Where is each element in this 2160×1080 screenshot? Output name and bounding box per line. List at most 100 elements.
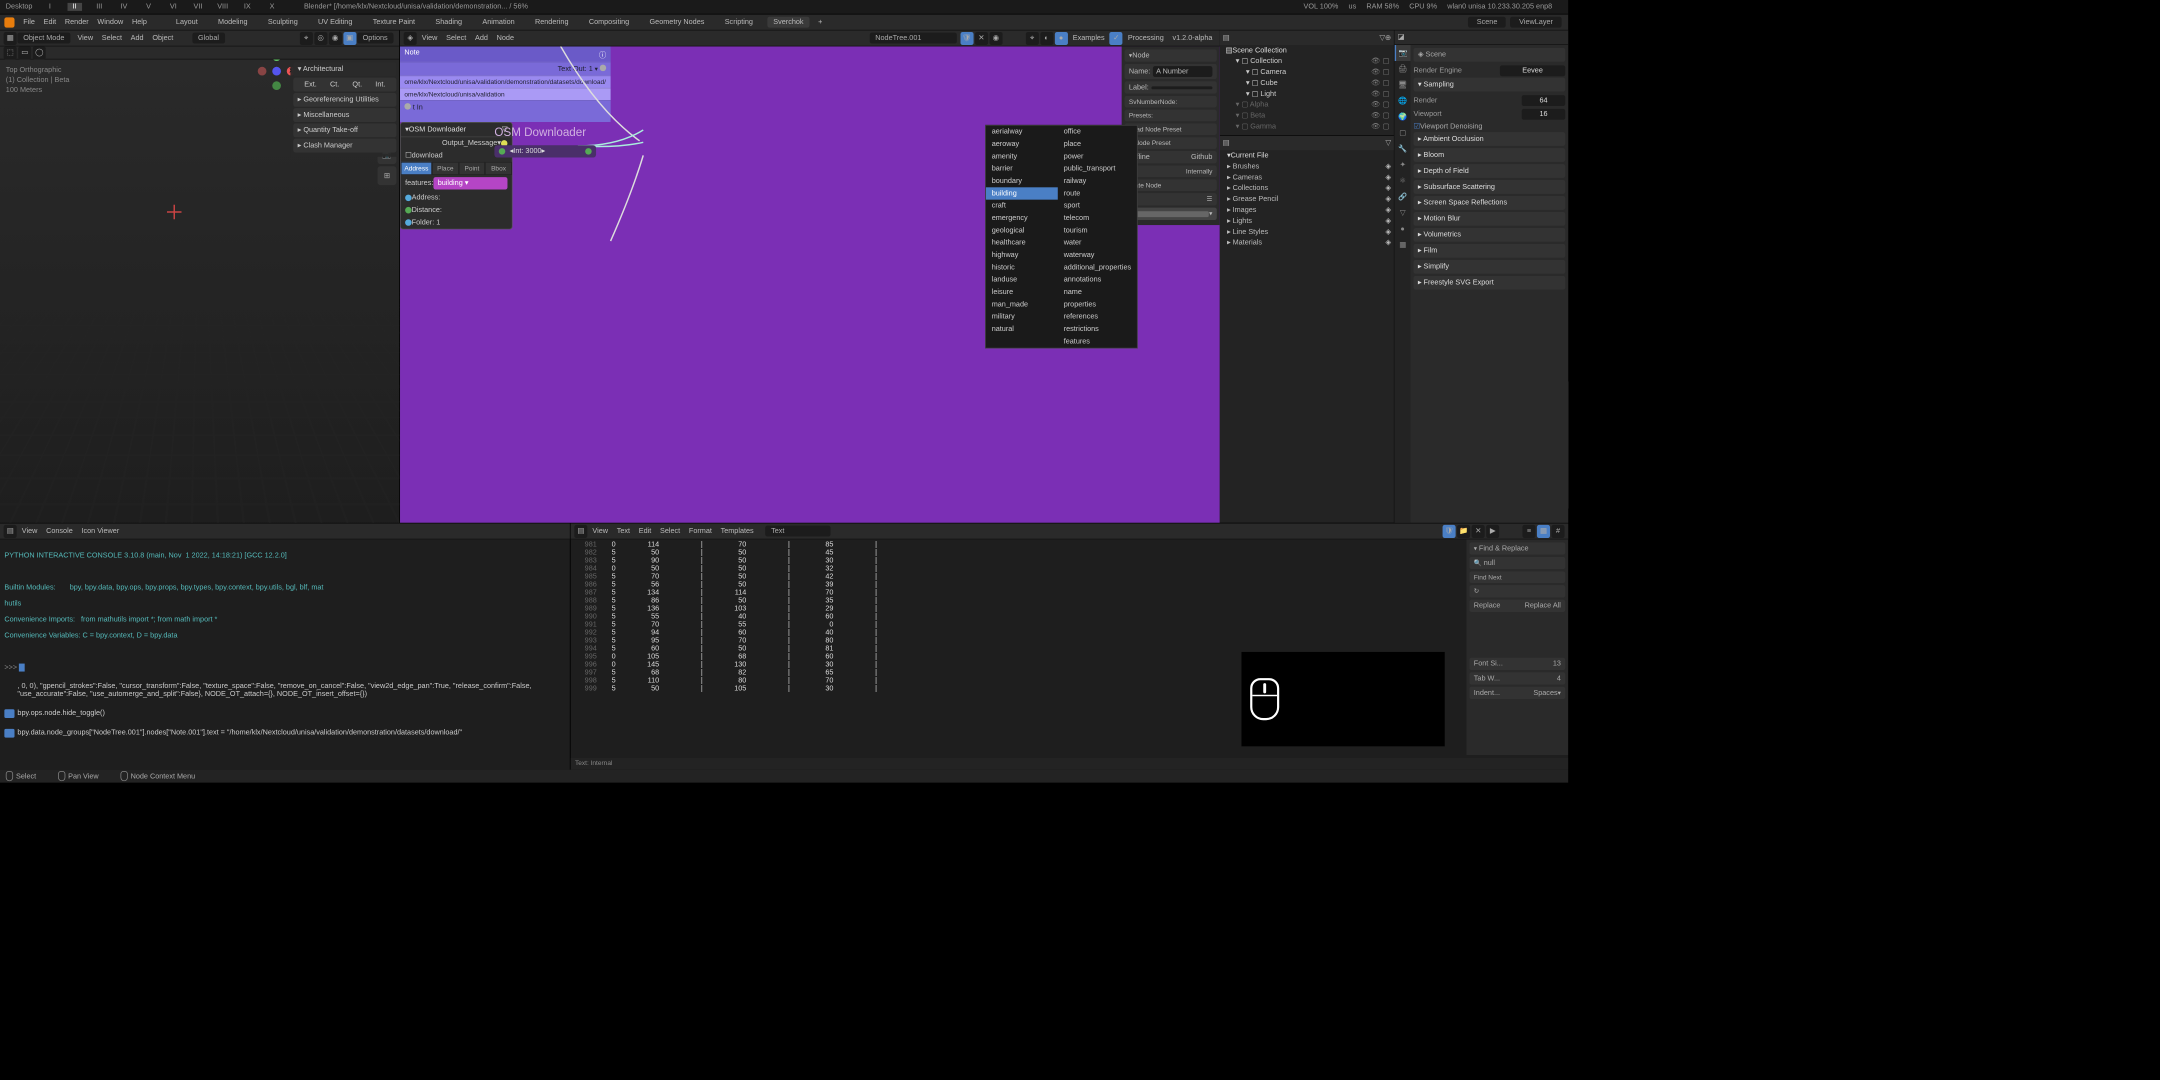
- txt-format[interactable]: Format: [689, 527, 712, 535]
- feat-item-amenity[interactable]: amenity: [986, 150, 1058, 162]
- feat-item-highway[interactable]: highway: [986, 249, 1058, 261]
- npanel-clash[interactable]: ▸ Clash Manager: [293, 139, 396, 153]
- outliner-cube[interactable]: ▾ ▢ Cube👁▢: [1220, 78, 1394, 89]
- ws-8[interactable]: VIII: [215, 3, 230, 11]
- orientation[interactable]: Global: [192, 33, 225, 44]
- feat-item-properties[interactable]: properties: [1058, 298, 1137, 310]
- ts-font[interactable]: Font Si...13: [1469, 658, 1565, 670]
- tab-comp[interactable]: Compositing: [583, 17, 635, 28]
- txt-run-icon[interactable]: ▶: [1486, 525, 1499, 538]
- ws-6[interactable]: VI: [166, 3, 181, 11]
- text-type-icon[interactable]: ▤: [574, 525, 587, 538]
- nn-label[interactable]: Label:: [1125, 81, 1217, 93]
- tab-point[interactable]: Point: [459, 162, 486, 175]
- prop-tab-mat-icon[interactable]: ●: [1395, 221, 1411, 237]
- feat-item-additional_properties[interactable]: additional_properties: [1058, 261, 1137, 273]
- feat-item-military[interactable]: military: [986, 311, 1058, 323]
- prop-tab-data-icon[interactable]: ▽: [1395, 205, 1411, 221]
- feat-item-barrier[interactable]: barrier: [986, 163, 1058, 175]
- nodetree-selector[interactable]: NodeTree.001: [869, 33, 956, 44]
- console-type-icon[interactable]: ▤: [4, 525, 17, 538]
- outliner-type-icon[interactable]: ▤: [1223, 34, 1230, 42]
- fb-images[interactable]: ▸ Images◈: [1220, 205, 1394, 216]
- ne-pin-icon[interactable]: 🛡: [960, 32, 973, 45]
- snap-icon[interactable]: ⌖: [299, 32, 312, 45]
- menu-window[interactable]: Window: [97, 18, 123, 26]
- proportional-icon[interactable]: ◎: [314, 32, 327, 45]
- ne-add[interactable]: Add: [475, 34, 488, 42]
- npanel-title[interactable]: ▾ Architectural: [293, 62, 396, 76]
- feat-item-leisure[interactable]: leisure: [986, 286, 1058, 298]
- ts-find-hdr[interactable]: ▾ Find & Replace: [1469, 542, 1565, 554]
- overlay-icon[interactable]: ◉: [329, 32, 342, 45]
- vp-add[interactable]: Add: [131, 34, 144, 42]
- prop-tab-object-icon[interactable]: ▢: [1395, 125, 1411, 141]
- feat-item-features[interactable]: features: [1058, 335, 1137, 347]
- txt-wrap-icon[interactable]: ≡: [1522, 525, 1535, 538]
- prop-screen-space-reflections[interactable]: ▸ Screen Space Reflections: [1414, 196, 1566, 210]
- text-line[interactable]: 993595|70|80|: [574, 637, 886, 645]
- feat-item-natural[interactable]: natural: [986, 323, 1058, 335]
- vp-select[interactable]: Select: [102, 34, 122, 42]
- outliner-beta[interactable]: ▾ ▢ Beta👁▢: [1220, 110, 1394, 121]
- txt-lines-icon[interactable]: #: [1551, 525, 1564, 538]
- prop-tab-constraint-icon[interactable]: 🔗: [1395, 189, 1411, 205]
- ws-9[interactable]: IX: [240, 3, 255, 11]
- fb-grease-pencil[interactable]: ▸ Grease Pencil◈: [1220, 194, 1394, 205]
- vp-view[interactable]: View: [77, 34, 93, 42]
- npanel-misc[interactable]: ▸ Miscellaneous: [293, 108, 396, 122]
- outliner-camera[interactable]: ▾ ▢ Camera👁▢: [1220, 67, 1394, 78]
- tab-shading[interactable]: Shading: [430, 17, 468, 28]
- ws-7[interactable]: VII: [191, 3, 206, 11]
- text-line[interactable]: 990555|40|60|: [574, 613, 886, 621]
- feat-item-name[interactable]: name: [1058, 286, 1137, 298]
- prop-tab-scene-icon[interactable]: 🌐: [1395, 93, 1411, 109]
- feat-item-references[interactable]: references: [1058, 311, 1137, 323]
- prop-tab-part-icon[interactable]: ✦: [1395, 157, 1411, 173]
- text-line[interactable]: 986556|50|39|: [574, 581, 886, 589]
- prop-volumetrics[interactable]: ▸ Volumetrics: [1414, 228, 1566, 242]
- con-iconviewer[interactable]: Icon Viewer: [81, 527, 119, 535]
- text-line[interactable]: 994560|50|81|: [574, 645, 886, 653]
- text-line[interactable]: 9875134|114|70|: [574, 589, 886, 597]
- feat-item-office[interactable]: office: [1058, 126, 1137, 138]
- tab-bbox[interactable]: Bbox: [485, 162, 512, 175]
- prop-sampling[interactable]: ▾ Sampling: [1414, 78, 1566, 92]
- text-line[interactable]: 999550|105|30|: [574, 685, 886, 693]
- prop-tab-output-icon[interactable]: 🖨: [1395, 61, 1411, 77]
- ws-1[interactable]: I: [43, 3, 58, 11]
- text-line[interactable]: 9985110|80|70|: [574, 677, 886, 685]
- txt-view[interactable]: View: [592, 527, 608, 535]
- tool-box-icon[interactable]: ▭: [18, 46, 31, 59]
- axis-y-neg[interactable]: [272, 81, 281, 90]
- tab-place[interactable]: Place: [432, 162, 459, 175]
- ws-2[interactable]: II: [67, 3, 82, 11]
- txt-shield-icon[interactable]: 🛡: [1443, 525, 1456, 538]
- text-line[interactable]: 985570|50|42|: [574, 573, 886, 581]
- outliner-scene[interactable]: ▤ Scene Collection: [1220, 45, 1394, 56]
- axis-z[interactable]: [272, 67, 281, 76]
- prop-film[interactable]: ▸ Film: [1414, 244, 1566, 258]
- feat-item-geological[interactable]: geological: [986, 224, 1058, 236]
- ws-10[interactable]: X: [265, 3, 280, 11]
- ne-select[interactable]: Select: [446, 34, 466, 42]
- prop-type-icon[interactable]: ◪: [1398, 33, 1405, 41]
- node-area[interactable]: OSM Downloader ◂ Int: 3000 ▸ Note ⓘ Text…: [400, 46, 1220, 522]
- prop-subsurface-scattering[interactable]: ▸ Subsurface Scattering: [1414, 180, 1566, 194]
- ne-p1-icon[interactable]: ◐: [1040, 32, 1053, 45]
- prop-render-samples[interactable]: Render64: [1414, 94, 1566, 108]
- tab-geonodes[interactable]: Geometry Nodes: [644, 17, 710, 28]
- prop-scene[interactable]: ◈ Scene: [1414, 48, 1566, 62]
- note-tin[interactable]: t In: [400, 100, 611, 122]
- text-line[interactable]: 9895136|103|29|: [574, 605, 886, 613]
- text-line[interactable]: 983590|50|30|: [574, 557, 886, 565]
- prop-tab-tex-icon[interactable]: ▦: [1395, 237, 1411, 253]
- ne-node[interactable]: Node: [497, 34, 514, 42]
- feat-item-railway[interactable]: railway: [1058, 175, 1137, 187]
- ne-examples[interactable]: Examples: [1073, 34, 1105, 42]
- ws-3[interactable]: III: [92, 3, 107, 11]
- prop-tab-world-icon[interactable]: 🌍: [1395, 109, 1411, 125]
- prop-ambient-occlusion[interactable]: ▸ Ambient Occlusion: [1414, 132, 1566, 146]
- ne-close-icon[interactable]: ✕: [975, 32, 988, 45]
- axis-x-neg[interactable]: [258, 67, 267, 76]
